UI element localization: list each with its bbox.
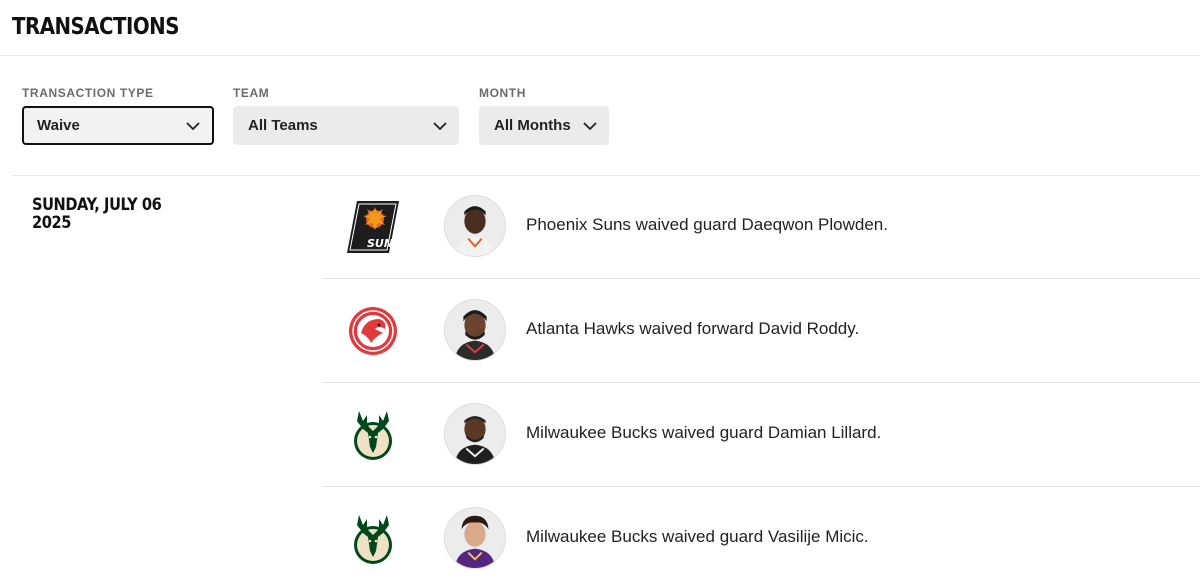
team-value: All Teams — [248, 117, 318, 134]
year-line: 2025 — [32, 213, 71, 233]
transaction-row: Milwaukee Bucks waived guard Vasilije Mi… — [322, 487, 1200, 582]
transaction-type-filter: TRANSACTION TYPE Waive — [22, 86, 214, 145]
milwaukee-bucks-logo-icon[interactable] — [345, 407, 401, 463]
transaction-type-label: TRANSACTION TYPE — [22, 86, 154, 100]
team-label: TEAM — [233, 86, 270, 100]
player-avatar[interactable] — [444, 507, 506, 569]
team-filter: TEAM All Teams — [233, 86, 459, 145]
milwaukee-bucks-logo-icon[interactable] — [345, 511, 401, 567]
svg-text:SUNS: SUNS — [367, 237, 401, 250]
chevron-down-icon — [583, 121, 597, 130]
atlanta-hawks-logo-icon[interactable] — [345, 303, 401, 359]
chevron-down-icon — [433, 121, 447, 130]
phoenix-suns-logo-icon[interactable]: SUNS — [345, 199, 401, 255]
transaction-row: Milwaukee Bucks waived guard Damian Lill… — [322, 383, 1200, 487]
transaction-description: Atlanta Hawks waived forward David Roddy… — [526, 319, 860, 338]
chevron-down-icon — [186, 121, 200, 130]
transaction-description: Milwaukee Bucks waived guard Vasilije Mi… — [526, 527, 869, 546]
month-label: MONTH — [479, 86, 526, 100]
transaction-type-select[interactable]: Waive — [22, 106, 214, 145]
team-select[interactable]: All Teams — [233, 106, 459, 145]
player-avatar[interactable] — [444, 195, 506, 257]
date-line: SUNDAY, JULY 06 — [32, 195, 162, 215]
month-value: All Months — [494, 117, 571, 134]
page-title: TRANSACTIONS — [12, 14, 179, 40]
transaction-row: SUNS Phoenix Suns waived guard Daeqwon P… — [322, 175, 1200, 279]
title-divider — [0, 55, 1200, 56]
player-avatar[interactable] — [444, 299, 506, 361]
player-avatar[interactable] — [444, 403, 506, 465]
transaction-row: Atlanta Hawks waived forward David Roddy… — [322, 279, 1200, 383]
month-select[interactable]: All Months — [479, 106, 609, 145]
transaction-type-value: Waive — [37, 117, 80, 134]
transaction-description: Phoenix Suns waived guard Daeqwon Plowde… — [526, 215, 888, 234]
transaction-description: Milwaukee Bucks waived guard Damian Lill… — [526, 423, 882, 442]
month-filter: MONTH All Months — [479, 86, 609, 145]
date-heading: SUNDAY, JULY 06 2025 — [32, 195, 162, 233]
